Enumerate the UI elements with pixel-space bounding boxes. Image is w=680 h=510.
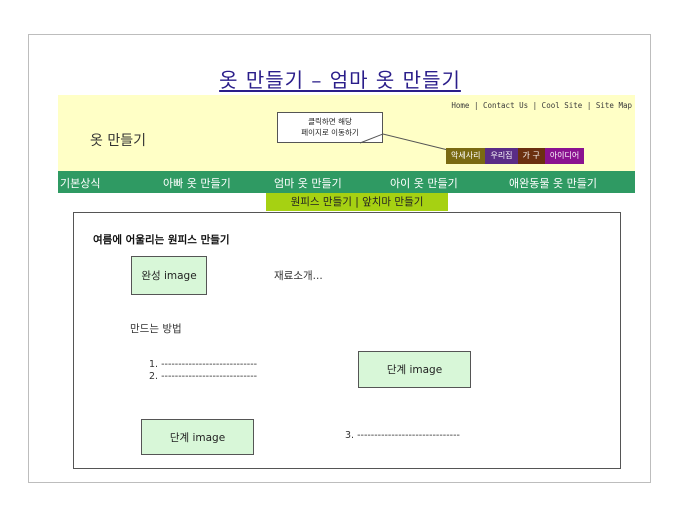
complete-image-placeholder: 완성 image: [131, 256, 207, 295]
steps-list: 1. ---------------------------- 2. -----…: [149, 359, 257, 383]
callout-line-1: 클릭하면 해당: [308, 117, 352, 126]
materials-text: 재료소개...: [274, 270, 323, 282]
step-3: 3. ------------------------------: [345, 430, 460, 441]
callout-line-2: 페이지로 이동하기: [301, 128, 359, 137]
nav-item-basics[interactable]: 기본상식: [60, 175, 100, 191]
site-name[interactable]: 옷 만들기: [90, 130, 146, 150]
callout-note: 클릭하면 해당 페이지로 이동하기: [277, 112, 383, 143]
nav-item-mom[interactable]: 엄마 옷 만들기: [274, 175, 342, 191]
step-image-placeholder: 단계 image: [358, 351, 471, 388]
section-title: 여름에 어울리는 원피스 만들기: [93, 234, 230, 246]
top-tabs: 악세사리 우리집 가 구 아이디어: [446, 148, 585, 164]
nav-item-pets[interactable]: 애완동물 옷 만들기: [509, 175, 597, 191]
nav-item-dad[interactable]: 아빠 옷 만들기: [163, 175, 231, 191]
method-label: 만드는 방법: [130, 323, 182, 335]
step-1: 1. ----------------------------: [149, 359, 258, 370]
tab-ideas[interactable]: 아이디어: [544, 148, 585, 164]
top-links[interactable]: Home | Contact Us | Cool Site | Site Map: [451, 101, 632, 110]
tab-our-home[interactable]: 우리집: [485, 148, 518, 164]
tab-furniture[interactable]: 가 구: [517, 148, 545, 164]
step-2: 2. ----------------------------: [149, 371, 258, 382]
nav-item-kids[interactable]: 아이 옷 만들기: [390, 175, 458, 191]
page-title: 옷 만들기 – 엄마 옷 만들기: [219, 68, 461, 92]
sub-nav[interactable]: 원피스 만들기 | 앞치마 만들기: [266, 193, 448, 211]
step-image-placeholder: 단계 image: [141, 419, 254, 455]
main-nav: 기본상식 아빠 옷 만들기 엄마 옷 만들기 아이 옷 만들기 애완동물 옷 만…: [58, 171, 635, 193]
tab-accessories[interactable]: 악세사리: [446, 148, 486, 164]
